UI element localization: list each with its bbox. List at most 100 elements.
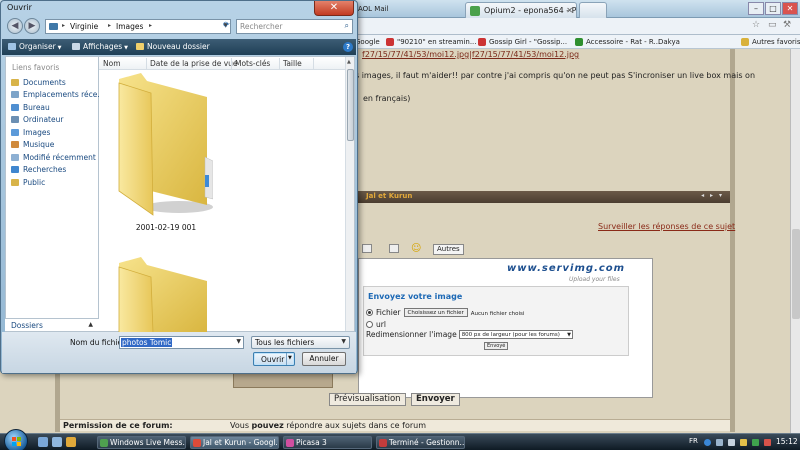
resize-select[interactable]: 800 px de largeur (pour les forums) — [458, 330, 573, 339]
nav-item-public[interactable]: Public — [11, 177, 45, 188]
tab-blank[interactable] — [579, 2, 607, 18]
nav-item-music[interactable]: Musique — [11, 139, 54, 150]
bookmark-other[interactable]: Autres favoris — [741, 36, 800, 48]
send-button[interactable]: Envoyer — [411, 393, 460, 406]
help-tray-icon[interactable] — [704, 439, 711, 446]
nav-item-desktop[interactable]: Bureau — [11, 102, 50, 113]
chevron-down-icon: ▼ — [341, 338, 346, 345]
others-button[interactable]: Autres — [433, 244, 464, 255]
file-item[interactable] — [113, 255, 213, 333]
servimg-logo[interactable]: www.servimg.com — [507, 263, 625, 274]
nav-item-recently-changed[interactable]: Modifié récemment — [11, 152, 96, 163]
close-window-button[interactable]: ✕ — [782, 2, 798, 15]
open-button[interactable]: Ouvrir ▼ — [253, 352, 295, 366]
cancel-button[interactable]: Annuler — [302, 352, 346, 366]
wrench-icon[interactable]: ⚒ — [783, 20, 791, 30]
new-folder-button[interactable]: Nouveau dossier — [136, 42, 210, 51]
show-desktop-icon[interactable] — [38, 437, 48, 447]
back-button[interactable]: ◀ — [7, 18, 23, 34]
search-input[interactable]: Rechercher ⌕ — [236, 19, 353, 34]
breadcrumb-item[interactable]: Images — [116, 22, 143, 31]
language-indicator[interactable]: FR — [689, 437, 698, 445]
file-item[interactable]: 2001-02-19 001 — [113, 71, 214, 232]
bookmark-90210[interactable]: "90210" en streamin... — [386, 36, 477, 48]
nav-item-pictures[interactable]: Images — [11, 127, 50, 138]
bookmark-gossip-girl[interactable]: Gossip Girl - "Gossip... — [478, 36, 567, 48]
scrollbar-thumb[interactable] — [347, 69, 354, 141]
filename-input[interactable]: photos Tomic ▼ — [119, 336, 244, 349]
views-button[interactable]: Affichages ▼ — [72, 42, 128, 51]
bookmark-accessoire[interactable]: Accessoire - Rat - R... — [575, 36, 660, 48]
scroll-up-icon[interactable]: ▲ — [347, 59, 351, 65]
nav-item-documents[interactable]: Documents — [11, 77, 66, 88]
column-tags[interactable]: Mots-clés — [235, 59, 270, 68]
folders-toggle[interactable]: Dossiers ▲ — [5, 318, 99, 331]
editor-tool-icon[interactable] — [362, 244, 372, 253]
column-divider[interactable] — [231, 58, 232, 69]
organize-icon — [8, 43, 16, 50]
refresh-icon[interactable]: ⟳ — [223, 20, 233, 32]
network-icon[interactable] — [716, 439, 723, 446]
clock[interactable]: 15:12 — [776, 437, 798, 446]
maximize-button[interactable]: □ — [765, 2, 781, 15]
smiley-icon[interactable]: ☺ — [411, 243, 421, 254]
chevron-right-icon[interactable]: ▸ — [62, 22, 65, 29]
chevron-up-icon: ▲ — [88, 321, 93, 328]
volume-icon[interactable] — [728, 439, 735, 446]
preview-button[interactable]: Prévisualisation — [329, 393, 406, 406]
task-windows-live-messenger[interactable]: Windows Live Mess... — [97, 436, 186, 449]
bookmark-dakya[interactable]: Dakya — [656, 36, 680, 48]
favorite-links-header: Liens favoris — [12, 63, 60, 72]
breadcrumb[interactable]: ▸ Virginie ▸ Images ▸ ▼ — [45, 19, 231, 34]
column-divider[interactable] — [146, 58, 147, 69]
nav-item-searches[interactable]: Recherches — [11, 164, 66, 175]
minimize-button[interactable]: – — [748, 2, 764, 15]
choose-file-button[interactable]: Choisissez un fichier — [403, 308, 468, 317]
column-divider[interactable] — [313, 58, 314, 69]
image-link[interactable]: f27/15/77/41/53/moi12.jpg|f27/15/77/41/5… — [362, 50, 579, 59]
tab-opium[interactable]: Opium2 - epona564 - Pic... ✕ — [465, 2, 577, 18]
tab-aol-mail[interactable]: AOL Mail — [358, 5, 389, 13]
watch-topic-link[interactable]: Surveiller les réponses de ce sujet — [598, 222, 735, 231]
search-icon[interactable]: ⌕ — [345, 21, 349, 31]
task-picasa[interactable]: Picasa 3 — [283, 436, 372, 449]
upload-heading: Envoyez votre image — [368, 292, 463, 301]
upload-send-button[interactable]: Envoyé — [484, 342, 509, 350]
tray-app-icon[interactable] — [764, 439, 771, 446]
dialog-close-button[interactable]: ✕ — [314, 1, 354, 16]
chevron-down-icon[interactable]: ▼ — [236, 338, 241, 345]
nav-item-computer[interactable]: Ordinateur — [11, 114, 63, 125]
help-icon[interactable]: ? — [343, 42, 353, 52]
column-date-taken[interactable]: Date de la prise de vue — [150, 59, 238, 68]
forward-button[interactable]: ▶ — [24, 18, 40, 34]
nav-item-recent-places[interactable]: Emplacements réce... — [11, 89, 105, 100]
task-download-manager[interactable]: Terminé - Gestionn... — [376, 436, 465, 449]
radio-url[interactable] — [366, 321, 373, 328]
column-size[interactable]: Taille — [283, 59, 302, 68]
tray-app-icon[interactable] — [740, 439, 747, 446]
file-list-scrollbar[interactable]: ▲ — [345, 57, 354, 331]
folder-icon — [118, 73, 214, 216]
page-scrollbar[interactable] — [790, 49, 800, 433]
forum-title[interactable]: Jal et Kurun — [366, 192, 412, 200]
column-divider[interactable] — [279, 58, 280, 69]
task-chrome-jal-et-kurun[interactable]: Jal et Kurun - Googl... — [190, 436, 279, 449]
radio-file[interactable] — [366, 309, 373, 316]
column-name[interactable]: Nom — [103, 59, 121, 68]
editor-tool-icon[interactable] — [389, 244, 399, 253]
close-tab-icon[interactable]: ✕ — [566, 3, 573, 18]
switch-windows-icon[interactable] — [52, 437, 62, 447]
chevron-right-icon[interactable]: ▸ — [149, 22, 152, 29]
organize-button[interactable]: Organiser ▼ — [8, 42, 62, 51]
start-button[interactable] — [4, 429, 28, 450]
browser-quicklaunch-icon[interactable] — [66, 437, 76, 447]
breadcrumb-item[interactable]: Virginie — [70, 22, 98, 31]
chevron-down-icon[interactable]: ▼ — [288, 355, 292, 361]
forum-nav-arrows[interactable]: ◂ ▸ ▾ — [701, 192, 724, 199]
file-type-select[interactable]: Tous les fichiers ▼ — [251, 336, 350, 349]
star-icon[interactable]: ☆ — [752, 20, 760, 30]
tray-app-icon[interactable] — [752, 439, 759, 446]
scrollbar-thumb[interactable] — [792, 229, 800, 319]
page-menu-icon[interactable]: ▭ — [768, 20, 777, 30]
chevron-right-icon[interactable]: ▸ — [108, 22, 111, 29]
